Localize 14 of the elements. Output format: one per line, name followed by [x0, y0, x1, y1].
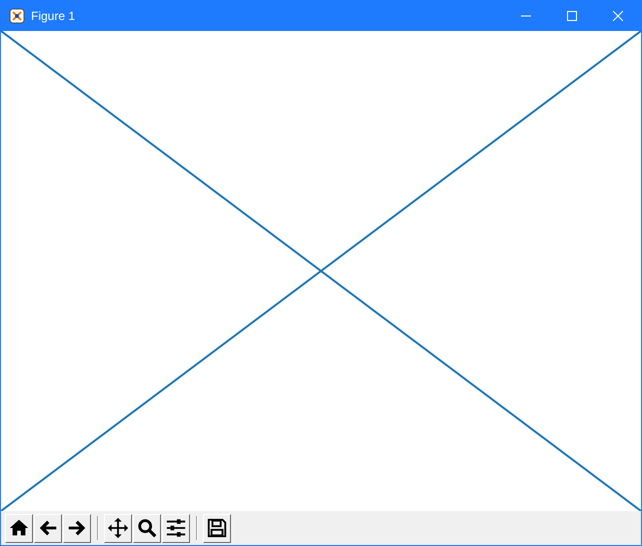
- maximize-icon: [567, 10, 577, 20]
- save-button[interactable]: [203, 514, 231, 542]
- search-icon: [136, 517, 158, 539]
- app-icon: [9, 8, 25, 24]
- zoom-button[interactable]: [133, 514, 161, 542]
- pan-button[interactable]: [104, 514, 132, 542]
- configure-button[interactable]: [162, 514, 190, 542]
- sliders-icon: [165, 517, 187, 539]
- forward-button[interactable]: [63, 514, 91, 542]
- home-button[interactable]: [5, 514, 33, 542]
- window-title: Figure 1: [31, 8, 76, 24]
- close-icon: [613, 10, 623, 20]
- move-icon: [107, 517, 129, 539]
- back-button[interactable]: [34, 514, 62, 542]
